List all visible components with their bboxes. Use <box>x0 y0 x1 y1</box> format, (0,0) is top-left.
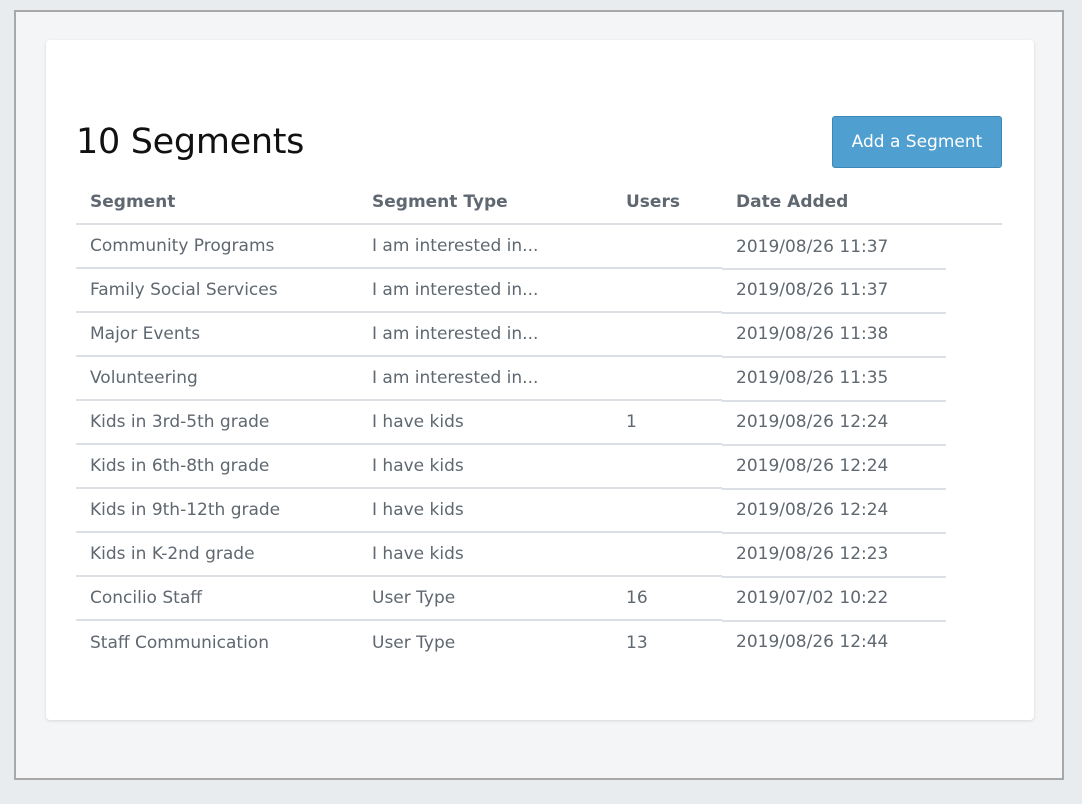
date-added-cell: 2019/08/26 11:38 <box>722 312 1002 358</box>
table-row[interactable]: Kids in K-2nd grade I have kids 2019/08/26… <box>76 532 1002 578</box>
segment-type-cell: I am interested in... <box>358 268 612 313</box>
segment-type-cell: User Type <box>372 632 456 653</box>
date-added-cell: 2019/08/26 11:37 <box>722 268 1002 314</box>
add-segment-button[interactable]: Add a Segment <box>832 116 1002 168</box>
date-added-cell: 2019/08/26 12:24 <box>722 488 1002 534</box>
date-added-cell: 2019/08/26 12:24 <box>722 444 1002 490</box>
date-added-cell: 2019/08/26 12:24 <box>722 400 1002 446</box>
segments-table: Segment Segment Type Users Date Added Co… <box>76 180 1002 664</box>
segment-name-cell[interactable]: Kids in K-2nd grade <box>76 532 358 577</box>
segment-type-cell: I have kids <box>358 400 612 445</box>
segment-name-cell[interactable]: Staff Communication <box>76 620 358 664</box>
page-title: 10 Segments <box>76 122 305 162</box>
column-header-users[interactable]: Users <box>612 180 722 225</box>
segment-name-cell[interactable]: Kids in 9th-12th grade <box>76 488 358 533</box>
segment-name-cell[interactable]: Community Programs <box>76 224 358 269</box>
segment-type-cell: I am interested in... <box>358 356 612 401</box>
table-header-row: Segment Segment Type Users Date Added <box>76 180 1002 225</box>
users-count-cell <box>612 268 722 313</box>
table-row[interactable]: Volunteering I am interested in... 2019/08… <box>76 356 1002 402</box>
date-added-cell: 2019/07/02 10:22 <box>722 576 1002 622</box>
users-count-cell <box>612 444 722 489</box>
date-added-cell: 2019/08/26 11:35 <box>722 356 1002 402</box>
segment-type-cell: I have kids <box>358 444 612 489</box>
segment-name-cell[interactable]: Family Social Services <box>76 268 358 313</box>
segment-name-cell[interactable]: Volunteering <box>76 356 358 401</box>
users-count-cell <box>612 488 722 533</box>
column-header-segment-type[interactable]: Segment Type <box>358 180 612 225</box>
segment-type-cell: User Type <box>358 576 612 621</box>
table-row[interactable]: Staff Communication User Type 13 2019/08/26… <box>76 620 1002 664</box>
app-frame: 10 Segments Add a Segment Segment Segmen… <box>14 10 1064 780</box>
segment-name-cell[interactable]: Major Events <box>76 312 358 357</box>
table-row[interactable]: Community Programs I am interested in... 2… <box>76 224 1002 270</box>
segment-name-cell[interactable]: Kids in 6th-8th grade <box>76 444 358 489</box>
segment-type-cell: I am interested in... <box>358 312 612 357</box>
segments-card: 10 Segments Add a Segment Segment Segmen… <box>46 40 1034 720</box>
users-count-cell <box>612 532 722 577</box>
table-row[interactable]: Kids in 3rd-5th grade I have kids 1 2019/08… <box>76 400 1002 446</box>
users-count-cell: 1 <box>612 400 722 445</box>
segment-type-cell: I have kids <box>358 488 612 533</box>
column-header-date-added[interactable]: Date Added <box>722 180 1002 225</box>
segment-type-cell: I am interested in... <box>358 224 612 269</box>
date-added-cell: 2019/08/26 12:23 <box>722 532 1002 578</box>
users-count-cell: 16 <box>612 576 722 621</box>
table-row[interactable]: Kids in 9th-12th grade I have kids 2019/08… <box>76 488 1002 534</box>
segments-header: 10 Segments Add a Segment <box>76 116 1002 168</box>
segment-type-cell: I have kids <box>358 532 612 577</box>
users-count-cell <box>612 356 722 401</box>
table-row[interactable]: Family Social Services I am interested in… <box>76 268 1002 314</box>
segments-table-body: Community Programs I am interested in... 2… <box>76 224 1002 664</box>
date-added-cell: 2019/08/26 12:44 <box>736 632 889 652</box>
segment-name-cell[interactable]: Kids in 3rd-5th grade <box>76 400 358 445</box>
column-header-segment[interactable]: Segment <box>76 180 358 225</box>
table-row[interactable]: Major Events I am interested in... 2019/08… <box>76 312 1002 358</box>
users-count-cell <box>612 224 722 269</box>
table-row[interactable]: Concilio Staff User Type 16 2019/07/02 10:2… <box>76 576 1002 622</box>
date-added-cell: 2019/08/26 11:37 <box>722 224 1002 270</box>
segment-name-cell[interactable]: Concilio Staff <box>76 576 358 621</box>
users-count-cell <box>612 312 722 357</box>
users-count-cell: 13 <box>626 632 648 653</box>
table-row[interactable]: Kids in 6th-8th grade I have kids 2019/08/… <box>76 444 1002 490</box>
